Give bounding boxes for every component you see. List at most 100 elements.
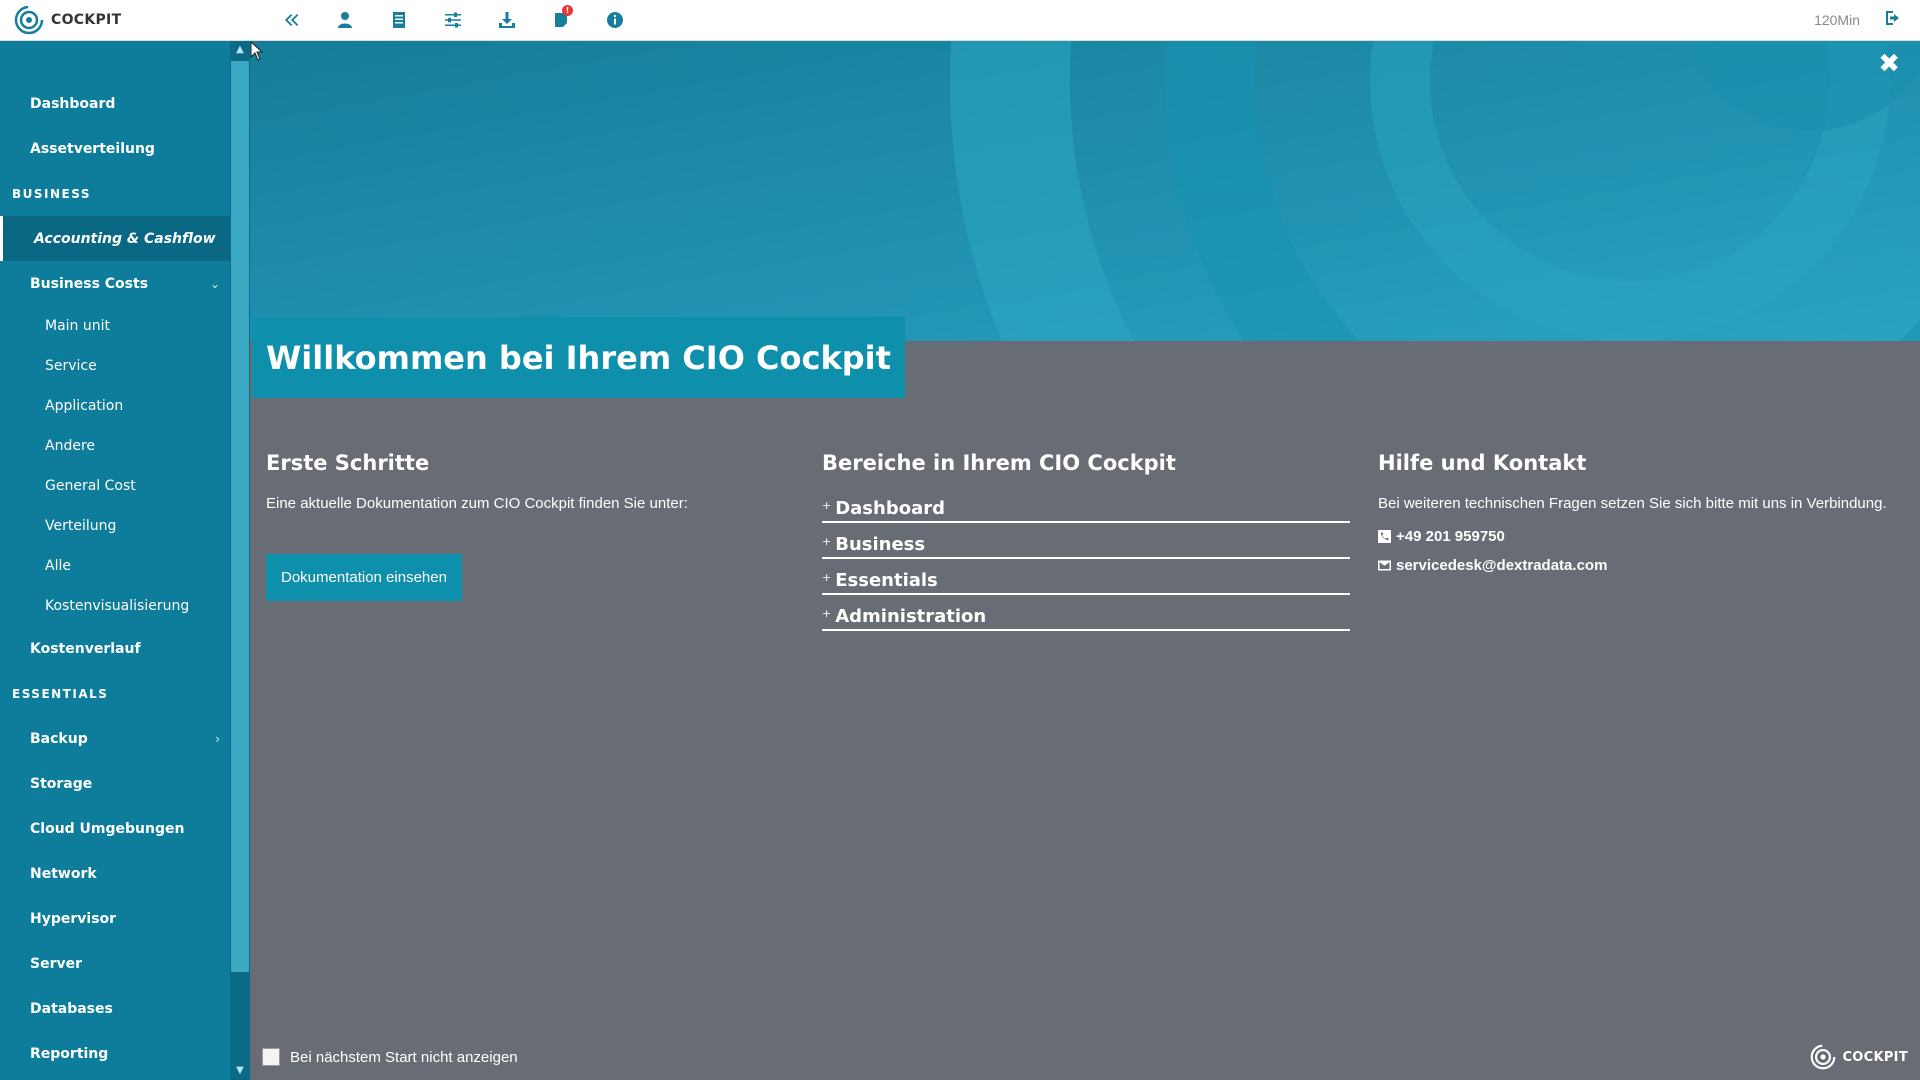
sidebar-section-essentials: ESSENTIALS bbox=[0, 671, 230, 716]
collapse-sidebar-button[interactable] bbox=[264, 0, 318, 41]
area-label: Dashboard bbox=[835, 498, 945, 519]
sidebar-item-storage[interactable]: Storage bbox=[0, 761, 230, 806]
sidebar-item-label: Backup bbox=[30, 730, 88, 747]
hero-banner: ✖ bbox=[250, 41, 1920, 341]
areas-section: Bereiche in Ihrem CIO Cockpit + Dashboard… bbox=[822, 451, 1350, 639]
sidebar-item-backup[interactable]: Backup › bbox=[0, 716, 230, 761]
top-bar: COCKPIT ! 120Min bbox=[0, 0, 1920, 41]
close-button[interactable]: ✖ bbox=[1878, 51, 1900, 77]
cockpit-logo-icon bbox=[1811, 1044, 1836, 1070]
sidebar-item-cloud-umgebungen[interactable]: Cloud Umgebungen bbox=[0, 806, 230, 851]
area-label: Business bbox=[835, 534, 926, 555]
cockpit-logo-icon bbox=[14, 5, 44, 35]
sidebar-item-label: Hypervisor bbox=[30, 910, 117, 927]
email-icon bbox=[1378, 560, 1391, 571]
dont-show-again-label: Bei nächstem Start nicht anzeigen bbox=[290, 1048, 518, 1066]
collapse-sidebar-icon bbox=[285, 14, 299, 26]
dont-show-again-checkbox[interactable] bbox=[262, 1048, 280, 1066]
sidebar-item-assetverteilung[interactable]: Assetverteilung bbox=[0, 126, 230, 171]
sidebar-item-label: Alle bbox=[45, 558, 71, 574]
sidebar-item-hypervisor[interactable]: Hypervisor bbox=[0, 896, 230, 941]
area-label: Administration bbox=[835, 606, 987, 627]
sidebar-item-alle[interactable]: Alle bbox=[0, 546, 230, 586]
session-timer: 120Min bbox=[1814, 12, 1860, 28]
email-contact[interactable]: servicedesk@dextradata.com bbox=[1378, 557, 1908, 574]
logout-icon bbox=[1886, 11, 1899, 25]
areas-list: + Dashboard + Business + Essentials + Administr… bbox=[822, 495, 1350, 631]
sidebar-item-label: Kostenverlauf bbox=[30, 640, 141, 657]
plus-icon: + bbox=[822, 499, 832, 512]
sidebar-item-label: Network bbox=[30, 865, 97, 882]
phone-number: +49 201 959750 bbox=[1396, 528, 1505, 545]
area-item-essentials[interactable]: + Essentials bbox=[822, 567, 1350, 595]
phone-icon bbox=[1378, 530, 1391, 543]
first-steps-text: Eine aktuelle Dokumentation zum CIO Cock… bbox=[266, 495, 688, 512]
sidebar-item-general-cost[interactable]: General Cost bbox=[0, 466, 230, 506]
sidebar: Dashboard Assetverteilung BUSINESS Accounti… bbox=[0, 41, 250, 1080]
sidebar-item-andere[interactable]: Andere bbox=[0, 426, 230, 466]
phone-contact[interactable]: +49 201 959750 bbox=[1378, 528, 1908, 545]
plus-icon: + bbox=[822, 535, 832, 548]
scroll-up-arrow-icon[interactable]: ▲ bbox=[230, 41, 250, 59]
sidebar-item-label: Service bbox=[45, 358, 97, 374]
sidebar-item-databases[interactable]: Databases bbox=[0, 986, 230, 1031]
sidebar-nav: Dashboard Assetverteilung BUSINESS Accounti… bbox=[0, 41, 230, 1076]
chevron-right-icon: › bbox=[215, 731, 220, 746]
hero-background-graphic bbox=[250, 41, 1920, 341]
dialog-title-box: Willkommen bei Ihrem CIO Cockpit bbox=[252, 317, 905, 398]
sliders-icon bbox=[445, 12, 461, 28]
email-address: servicedesk@dextradata.com bbox=[1396, 557, 1608, 574]
mouse-cursor-icon bbox=[250, 41, 264, 61]
sidebar-item-label: Business Costs bbox=[30, 275, 149, 292]
area-item-dashboard[interactable]: + Dashboard bbox=[822, 495, 1350, 523]
sidebar-item-label: Andere bbox=[45, 438, 96, 454]
sidebar-item-kostenvisualisierung[interactable]: Kostenvisualisierung bbox=[0, 586, 230, 626]
sidebar-item-label: Verteilung bbox=[45, 518, 117, 534]
sidebar-item-kostenverlauf[interactable]: Kostenverlauf bbox=[0, 626, 230, 671]
settings-button[interactable] bbox=[426, 0, 480, 41]
app-name: COCKPIT bbox=[51, 12, 122, 28]
first-steps-section: Erste Schritte Eine aktuelle Dokumentati… bbox=[266, 451, 786, 601]
sidebar-item-business-costs[interactable]: Business Costs ⌄ bbox=[0, 261, 230, 306]
plus-icon: + bbox=[822, 607, 832, 620]
document-button[interactable] bbox=[372, 0, 426, 41]
sidebar-item-label: Databases bbox=[30, 1000, 113, 1017]
download-button[interactable] bbox=[480, 0, 534, 41]
user-button[interactable] bbox=[318, 0, 372, 41]
area-item-business[interactable]: + Business bbox=[822, 531, 1350, 559]
document-icon bbox=[393, 12, 405, 28]
app-logo[interactable]: COCKPIT bbox=[14, 5, 244, 35]
footer-logo: COCKPIT bbox=[1810, 1044, 1908, 1070]
sidebar-item-application[interactable]: Application bbox=[0, 386, 230, 426]
info-icon bbox=[607, 12, 623, 28]
sidebar-item-label: General Cost bbox=[45, 478, 136, 494]
sidebar-item-accounting-cashflow[interactable]: Accounting & Cashflow bbox=[0, 216, 230, 261]
info-button[interactable] bbox=[588, 0, 642, 41]
sidebar-item-label: Accounting & Cashflow bbox=[34, 230, 216, 247]
logout-button[interactable] bbox=[1884, 9, 1902, 31]
sidebar-item-network[interactable]: Network bbox=[0, 851, 230, 896]
sidebar-item-dashboard[interactable]: Dashboard bbox=[0, 81, 230, 126]
help-text: Bei weiteren technischen Fragen setzen S… bbox=[1378, 495, 1887, 512]
sidebar-item-label: Application bbox=[45, 398, 124, 414]
sidebar-item-verteilung[interactable]: Verteilung bbox=[0, 506, 230, 546]
dont-show-again-option: Bei nächstem Start nicht anzeigen bbox=[262, 1048, 518, 1066]
sidebar-item-main-unit[interactable]: Main unit bbox=[0, 306, 230, 346]
sidebar-item-label: Assetverteilung bbox=[30, 140, 155, 157]
sidebar-scroll-thumb[interactable] bbox=[231, 61, 249, 972]
user-icon bbox=[338, 12, 352, 28]
sidebar-item-label: Server bbox=[30, 955, 83, 972]
scroll-down-arrow-icon[interactable]: ▼ bbox=[230, 1062, 250, 1080]
first-steps-heading: Erste Schritte bbox=[266, 451, 430, 475]
sidebar-item-reporting[interactable]: Reporting bbox=[0, 1031, 230, 1076]
sidebar-item-label: Storage bbox=[30, 775, 93, 792]
sidebar-item-server[interactable]: Server bbox=[0, 941, 230, 986]
help-contact-section: Hilfe und Kontakt Bei weiteren technisch… bbox=[1378, 451, 1908, 586]
area-item-administration[interactable]: + Administration bbox=[822, 603, 1350, 631]
notifications-button[interactable]: ! bbox=[534, 0, 588, 41]
view-documentation-button[interactable]: Dokumentation einsehen bbox=[266, 554, 462, 601]
footer-logo-text: COCKPIT bbox=[1842, 1049, 1908, 1065]
welcome-dialog: ✖ Willkommen bei Ihrem CIO Cockpit Erste… bbox=[250, 41, 1920, 1080]
sidebar-item-service[interactable]: Service bbox=[0, 346, 230, 386]
plus-icon: + bbox=[822, 571, 832, 584]
